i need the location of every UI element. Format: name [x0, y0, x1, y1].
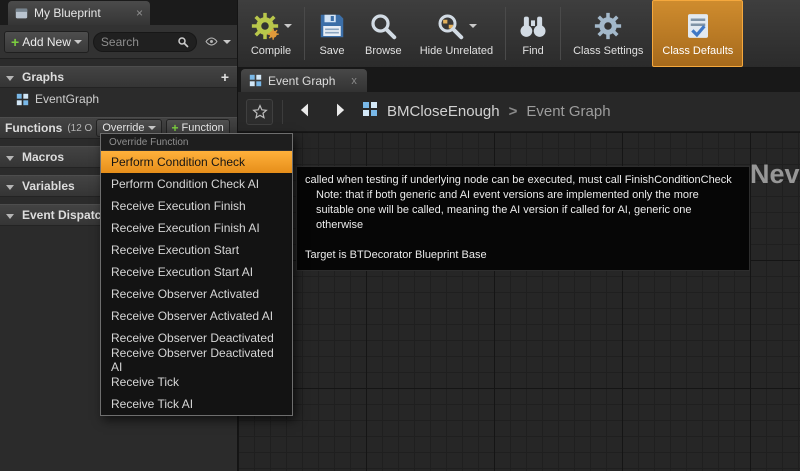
close-panel-icon[interactable]: × [136, 6, 143, 20]
menu-item-receive-observer-deactivated-ai[interactable]: Receive Observer Deactivated AI [101, 346, 292, 374]
breadcrumb-current[interactable]: Event Graph [526, 103, 610, 120]
expander-down-icon[interactable] [6, 184, 14, 190]
graph-watermark-partial: Nev [750, 159, 800, 189]
tooltip-line: suitable one will be called, meaning the… [316, 204, 692, 231]
visibility-filter-button[interactable] [201, 33, 233, 50]
save-floppy-icon [320, 14, 344, 38]
chevron-down-icon [223, 39, 231, 44]
panel-window-icon [15, 8, 28, 18]
class-settings-gear-icon [595, 12, 622, 40]
menu-item-receive-execution-finish[interactable]: Receive Execution Finish [101, 195, 292, 217]
chevron-down-icon [147, 126, 156, 130]
graphs-label: Graphs [22, 70, 65, 84]
toolbar-separator [560, 7, 562, 60]
main-toolbar: Compile Save Browse Hide Unrelated Find … [238, 0, 800, 68]
add-new-button[interactable]: + Add New [4, 30, 89, 53]
tooltip-line: Note: that if both generic and AI event … [316, 189, 699, 201]
arrow-right-icon [337, 103, 345, 117]
menu-item-receive-execution-start-ai[interactable]: Receive Execution Start AI [101, 261, 292, 283]
menu-item-receive-execution-start[interactable]: Receive Execution Start [101, 239, 292, 261]
compile-label: Compile [250, 45, 292, 57]
tab-event-graph[interactable]: Event Graph x [241, 69, 367, 92]
chevron-down-icon[interactable] [469, 24, 478, 28]
add-new-label: Add New [22, 34, 71, 49]
tab-my-blueprint[interactable]: My Blueprint × [8, 1, 150, 25]
blueprint-editor-window: My Blueprint × + Add New Graphs + [0, 0, 800, 471]
class-defaults-icon [687, 14, 708, 38]
event-graph-icon [16, 93, 29, 105]
expander-down-icon[interactable] [6, 155, 14, 161]
tooltip-target-line: Target is BTDecorator Blueprint Base [305, 249, 487, 261]
override-function-menu: Override Function Perform Condition Chec… [100, 133, 293, 416]
breadcrumb-chevron: > [508, 103, 518, 120]
breadcrumb-root[interactable]: BMCloseEnough [387, 103, 500, 120]
chevron-down-icon[interactable] [284, 24, 292, 28]
tooltip-spacer [305, 233, 741, 248]
arrow-left-icon [300, 103, 308, 117]
search-input[interactable] [100, 34, 173, 49]
plus-icon: + [11, 33, 20, 50]
menu-item-receive-tick-ai[interactable]: Receive Tick AI [101, 393, 292, 415]
menu-item-receive-observer-activated-ai[interactable]: Receive Observer Activated AI [101, 305, 292, 327]
section-graphs[interactable]: Graphs + [0, 66, 237, 88]
graph-tabstrip: Event Graph x [238, 68, 800, 92]
bookmark-button[interactable] [246, 98, 273, 125]
macros-label: Macros [22, 150, 65, 164]
graph-tab-icon [249, 74, 262, 87]
blueprint-icon [362, 101, 378, 122]
find-label: Find [522, 45, 544, 57]
search-icon [178, 36, 189, 47]
breadcrumb-separator-line [282, 99, 283, 124]
star-icon [251, 103, 268, 119]
variables-label: Variables [22, 179, 75, 193]
functions-label: Functions [5, 121, 63, 135]
compile-gear-icon [251, 12, 279, 40]
menu-item-receive-execution-finish-ai[interactable]: Receive Execution Finish AI [101, 217, 292, 239]
menu-item-perform-condition-check[interactable]: Perform Condition Check [101, 151, 292, 173]
my-blueprint-toolbar: + Add New [0, 25, 237, 59]
find-button[interactable]: Find [509, 0, 557, 67]
search-box[interactable] [92, 31, 197, 52]
browse-button[interactable]: Browse [356, 0, 411, 67]
override-menu-header: Override Function [101, 134, 292, 151]
add-graph-icon[interactable]: + [221, 69, 232, 85]
class-defaults-button[interactable]: Class Defaults [652, 0, 744, 67]
forward-button[interactable] [327, 101, 353, 122]
tooltip-line: called when testing if underlying node c… [305, 174, 732, 186]
menu-item-perform-condition-check-ai[interactable]: Perform Condition Check AI [101, 173, 292, 195]
functions-count: (12 O [67, 122, 93, 134]
my-blueprint-tabbar: My Blueprint × [0, 0, 237, 25]
graph-canvas[interactable]: Nev called when testing if underlying no… [238, 132, 800, 471]
save-label: Save [319, 45, 345, 57]
close-tab-icon[interactable]: x [351, 75, 357, 87]
compile-button[interactable]: Compile [241, 0, 301, 67]
my-blueprint-tab-title: My Blueprint [34, 6, 101, 20]
breadcrumb-bar: BMCloseEnough > Event Graph [238, 92, 800, 132]
hide-unrelated-button[interactable]: Hide Unrelated [411, 0, 502, 67]
toolbar-separator [505, 7, 507, 60]
menu-item-receive-tick[interactable]: Receive Tick [101, 371, 292, 393]
eye-icon [205, 37, 218, 46]
save-button[interactable]: Save [308, 0, 356, 67]
hide-unrelated-label: Hide Unrelated [419, 45, 494, 57]
menu-item-receive-observer-activated[interactable]: Receive Observer Activated [101, 283, 292, 305]
class-defaults-label: Class Defaults [662, 45, 734, 57]
graph-editor-area: Compile Save Browse Hide Unrelated Find … [238, 0, 800, 471]
graph-tab-label: Event Graph [268, 73, 336, 88]
class-settings-label: Class Settings [573, 45, 644, 57]
override-tooltip: called when testing if underlying node c… [296, 166, 750, 271]
back-button[interactable] [292, 101, 318, 122]
chevron-down-icon [73, 39, 82, 44]
expander-down-icon[interactable] [6, 75, 14, 81]
eventgraph-label: EventGraph [35, 92, 100, 106]
browse-label: Browse [365, 45, 402, 57]
browse-magnifier-icon [371, 14, 397, 40]
toolbar-separator [304, 7, 305, 60]
hide-unrelated-icon [438, 14, 464, 40]
tree-item-eventgraph[interactable]: EventGraph [0, 88, 237, 110]
class-settings-button[interactable]: Class Settings [564, 0, 652, 67]
find-binoculars-icon [520, 16, 546, 37]
expander-down-icon[interactable] [6, 213, 14, 219]
